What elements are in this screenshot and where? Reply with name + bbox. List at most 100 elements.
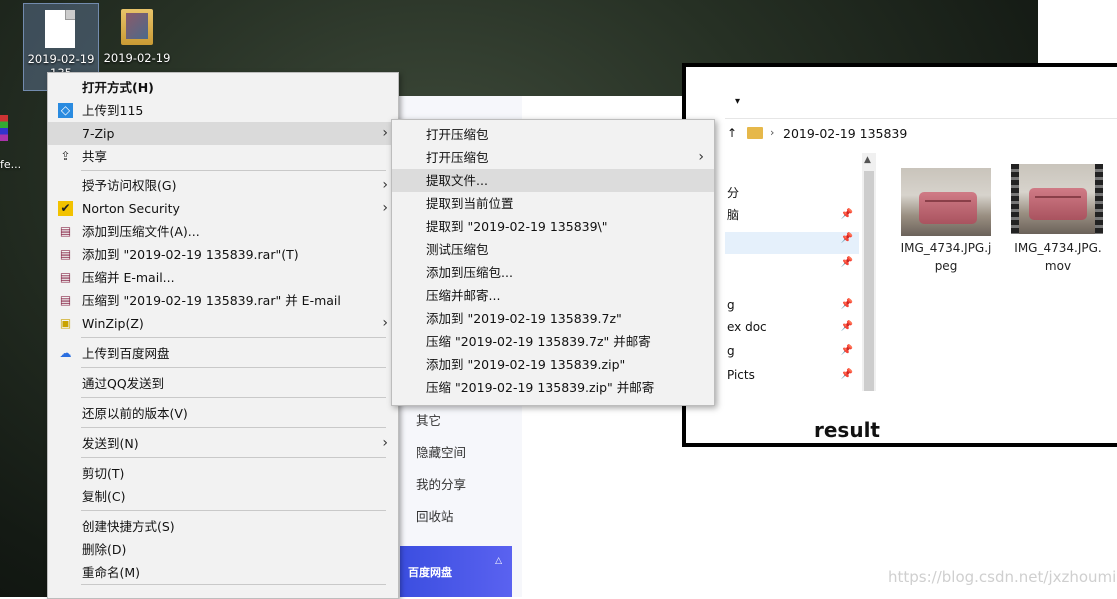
sevenzip-menu-item[interactable]: 提取到当前位置 [392, 192, 714, 215]
norton-check-icon: ✔ [58, 201, 73, 216]
nav-item[interactable]: g 📌 [725, 294, 859, 316]
file-name-mov[interactable]: IMG_4734.JPG. mov [1003, 239, 1113, 275]
nav-item[interactable]: Picts 📌 [725, 364, 859, 386]
menu-separator [81, 337, 386, 338]
context-menu-item[interactable]: 打开方式(H) [48, 76, 398, 99]
sevenzip-menu-item[interactable]: 打开压缩包 [392, 123, 714, 146]
winrar-desktop-icon[interactable] [0, 115, 8, 141]
pin-icon: 📌 [840, 257, 853, 268]
address-bar[interactable]: ↑ › 2019-02-19 135839 [725, 119, 1117, 149]
context-menu-item[interactable]: ▤ 添加到压缩文件(A)... [48, 220, 398, 243]
context-menu-item[interactable]: ▤ 添加到 "2019-02-19 135839.rar"(T) [48, 243, 398, 266]
chevron-right-icon: › [382, 200, 388, 216]
context-menu-item[interactable]: 还原以前的版本(V) [48, 402, 398, 425]
nav-item[interactable]: 📌 [725, 252, 859, 274]
baidu-item-my-share[interactable]: 我的分享 [416, 474, 466, 493]
context-menu-item-label: 删除(D) [82, 542, 127, 557]
context-menu-item[interactable]: 重命名(M) [48, 561, 398, 584]
pin-icon: 📌 [840, 321, 853, 332]
sevenzip-menu-item[interactable]: 压缩并邮寄... [392, 284, 714, 307]
sevenzip-menu-item-label: 添加到 "2019-02-19 135839.7z" [426, 311, 622, 326]
context-menu-item[interactable]: 剪切(T) [48, 462, 398, 485]
context-menu-item-label: 添加到压缩文件(A)... [82, 224, 200, 239]
sevenzip-menu-item[interactable]: 添加到 "2019-02-19 135839.zip" [392, 353, 714, 376]
baidu-item-hidden-space[interactable]: 隐藏空间 [416, 442, 466, 461]
baidu-logo: 百度网盘 [408, 566, 452, 579]
context-menu-item[interactable]: ⇪ 共享 [48, 145, 398, 168]
folder-icon [747, 127, 763, 139]
nav-item-label: g [727, 298, 735, 312]
sevenzip-menu-item[interactable]: 压缩 "2019-02-19 135839.7z" 并邮寄 [392, 330, 714, 353]
sevenzip-submenu: 打开压缩包 打开压缩包 › 提取文件... 提取到当前位置 提取到 "2019-02-19… [391, 119, 715, 406]
up-arrow-icon[interactable]: ↑ [727, 126, 737, 140]
context-menu-item[interactable]: ▤ 压缩并 E-mail... [48, 266, 398, 289]
sevenzip-menu-item[interactable]: 添加到压缩包... [392, 261, 714, 284]
suitcase-image [1029, 188, 1087, 220]
nav-item-label: g [727, 344, 735, 358]
sevenzip-menu-item-label: 打开压缩包 [426, 150, 489, 165]
context-menu-item[interactable]: 删除(D) [48, 538, 398, 561]
baidu-item-recycle-bin[interactable]: 回收站 [416, 506, 454, 525]
pin-icon: 📌 [840, 299, 853, 310]
sevenzip-menu-item[interactable]: 提取到 "2019-02-19 135839\" [392, 215, 714, 238]
context-menu-item-label: 还原以前的版本(V) [82, 406, 188, 421]
nav-item[interactable]: 脑 📌 [725, 204, 859, 226]
scroll-up-icon[interactable]: ▲ [864, 155, 871, 165]
context-menu-item[interactable]: 通过QQ发送到 [48, 372, 398, 395]
context-menu-item[interactable]: 7-Zip › [48, 122, 398, 145]
sevenzip-menu-item[interactable]: 添加到 "2019-02-19 135839.7z" [392, 307, 714, 330]
menu-separator [81, 367, 386, 368]
chevron-right-icon: › [382, 177, 388, 193]
sevenzip-menu-item[interactable]: 打开压缩包 › [392, 146, 714, 169]
context-menu-item-label: 创建快捷方式(S) [82, 519, 175, 534]
sevenzip-menu-item[interactable]: 提取文件... [392, 169, 714, 192]
quick-access-dropdown-icon[interactable]: ▾ [735, 96, 740, 107]
pin-icon: 📌 [840, 233, 853, 244]
file-thumbnail-photo[interactable] [901, 168, 991, 236]
nav-scrollbar[interactable]: ▲ [862, 153, 876, 391]
context-menu-item-label: 添加到 "2019-02-19 135839.rar"(T) [82, 247, 299, 262]
context-menu-item[interactable]: ▤ 压缩到 "2019-02-19 135839.rar" 并 E-mail [48, 289, 398, 312]
sevenzip-menu-item-label: 打开压缩包 [426, 127, 489, 142]
nav-item[interactable]: 📌 [725, 228, 859, 250]
nav-item[interactable]: 分 [725, 182, 859, 204]
context-menu-item[interactable]: 发送到(N) › [48, 432, 398, 455]
sevenzip-menu-item-label: 压缩并邮寄... [426, 288, 501, 303]
menu-separator [81, 397, 386, 398]
file-name-jpeg[interactable]: IMG_4734.JPG.j peg [891, 239, 1001, 275]
sevenzip-menu-item-label: 提取文件... [426, 173, 488, 188]
cloud-115-icon: ◇ [58, 103, 73, 118]
file-thumbnail-video[interactable] [1011, 164, 1103, 234]
context-menu-item-label: 共享 [82, 149, 108, 164]
context-menu-item[interactable]: ◇ 上传到115 [48, 99, 398, 122]
context-menu-item-label: 上传到百度网盘 [82, 346, 170, 361]
sevenzip-menu-item-label: 压缩 "2019-02-19 135839.7z" 并邮寄 [426, 334, 651, 349]
nav-item[interactable]: g 📌 [725, 340, 859, 362]
watermark: https://blog.csdn.net/jxzhoumin [888, 568, 1117, 586]
context-menu-item[interactable]: 授予访问权限(G) › [48, 174, 398, 197]
pin-icon: 📌 [840, 209, 853, 220]
breadcrumb-chevron-icon[interactable]: › [770, 126, 774, 139]
sevenzip-menu-item[interactable]: 压缩 "2019-02-19 135839.zip" 并邮寄 [392, 376, 714, 399]
sevenzip-menu-item-label: 压缩 "2019-02-19 135839.zip" 并邮寄 [426, 380, 655, 395]
scrollbar-thumb[interactable] [864, 171, 874, 391]
context-menu-item-label: Norton Security [82, 201, 180, 216]
context-menu-item[interactable]: ☁ 上传到百度网盘 [48, 342, 398, 365]
sevenzip-menu-item[interactable]: 测试压缩包 [392, 238, 714, 261]
context-menu-item[interactable]: ▣ WinZip(Z) › [48, 312, 398, 335]
baidu-banner[interactable]: 百度网盘 △ [400, 546, 512, 597]
context-menu-item-label: 通过QQ发送到 [82, 376, 165, 391]
context-menu-item[interactable]: 复制(C) [48, 485, 398, 508]
desktop-icon-label-partial: fe... [0, 158, 22, 171]
nav-item[interactable]: ex doc 📌 [725, 316, 859, 338]
context-menu-item[interactable]: 创建快捷方式(S) [48, 515, 398, 538]
context-menu-item-label: 7-Zip [82, 126, 115, 141]
folder-icon [121, 9, 153, 45]
address-path[interactable]: 2019-02-19 135839 [783, 126, 907, 141]
winrar-icon: ▤ [59, 270, 72, 284]
context-menu-item[interactable]: ✔ Norton Security › [48, 197, 398, 220]
desktop-folder-icon[interactable]: 2019-02-19 [100, 3, 174, 65]
menu-separator [81, 457, 386, 458]
winrar-icon: ▤ [59, 224, 72, 238]
baidu-item-other[interactable]: 其它 [416, 410, 441, 429]
